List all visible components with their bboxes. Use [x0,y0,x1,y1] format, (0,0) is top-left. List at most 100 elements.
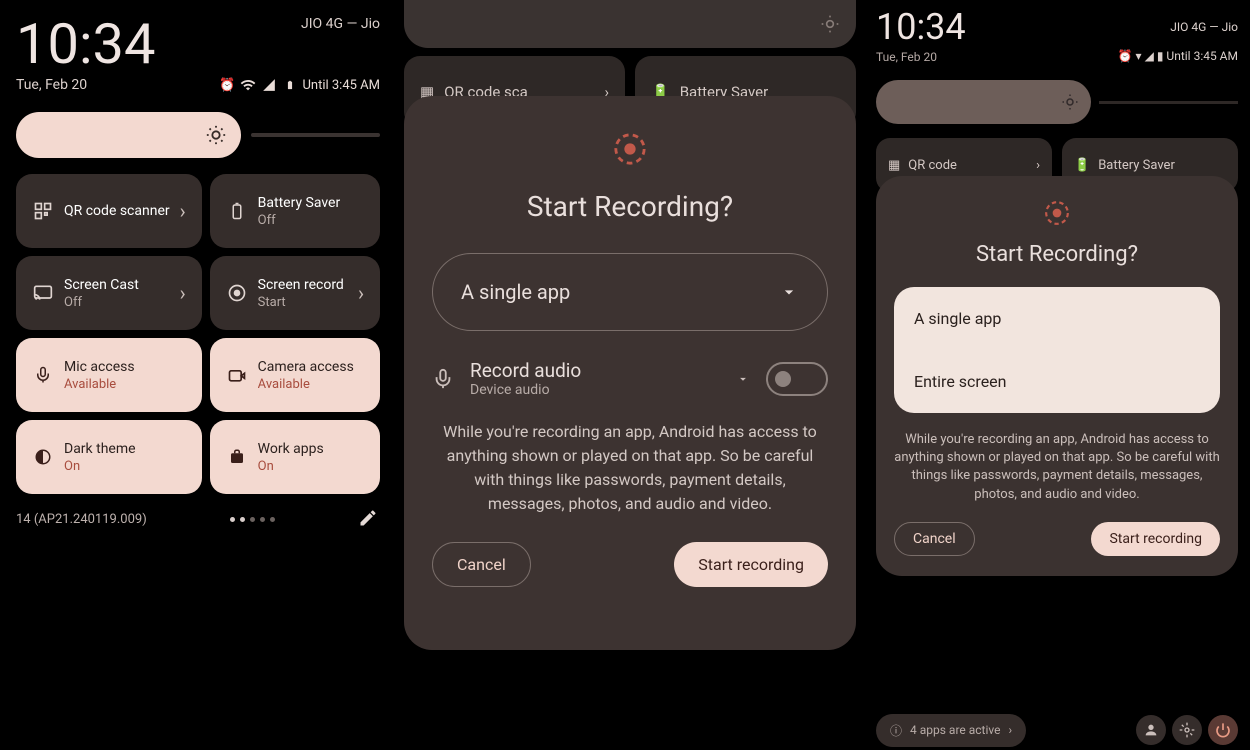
dark-icon [32,446,54,468]
tile-status: Available [258,377,354,392]
wifi-icon [239,76,257,94]
chevron-right-icon: › [1008,723,1012,737]
tile-camera[interactable]: Camera access Available [210,338,380,412]
settings-button[interactable] [1172,715,1202,745]
audio-toggle[interactable] [766,362,828,396]
start-recording-button[interactable]: Start recording [674,542,828,587]
tile-status: Available [64,377,135,392]
tile-status: Off [258,213,341,228]
record-icon [226,282,248,304]
dropdown-caret-icon[interactable] [736,372,750,386]
mic-icon [432,368,454,390]
chevron-right-icon: › [180,281,186,305]
option-entire-screen[interactable]: Entire screen [894,350,1220,413]
record-icon [613,132,647,166]
scope-options: A single app Entire screen [894,287,1220,413]
brightness-icon [205,124,227,146]
cancel-button[interactable]: Cancel [432,542,531,587]
option-single-app[interactable]: A single app [894,287,1220,350]
alarm-icon: ⏰ [1118,49,1133,63]
tile-label: Screen Cast [64,276,139,294]
wifi-icon: ▾ [1136,49,1142,63]
record-audio-row[interactable]: Record audio Device audio [432,359,828,398]
status-icons: ⏰ ▾ ◢ ▮ Until 3:45 AM [1118,49,1238,63]
footer-bar: ⓘ 4 apps are active › [876,710,1238,750]
status-bar: 10:34 JIO 4G — Jio [876,0,1238,48]
qr-icon [32,200,54,222]
tile-record[interactable]: Screen record Start › [210,256,380,330]
recording-modal-panel: ▦ QR code sca › 🔋 Battery Saver Start Re… [396,0,864,750]
signal-icon [260,76,278,94]
carrier-label: JIO 4G — Jio [301,16,380,32]
carrier-label: JIO 4G — Jio [1170,20,1238,34]
tile-status: On [258,459,324,474]
alarm-icon: ⏰ [218,76,236,94]
warning-text: While you're recording an app, Android h… [894,431,1220,504]
date-label: Tue, Feb 20 [876,50,937,64]
build-label: 14 (AP21.240119.009) [16,512,147,527]
tile-label: Work apps [258,440,324,458]
work-icon [226,446,248,468]
active-apps-label: 4 apps are active [910,723,1000,737]
battery-icon: ▮ [1157,49,1164,63]
edit-icon[interactable] [358,508,380,530]
tile-label: Screen record [258,276,344,294]
info-icon: ⓘ [890,722,902,739]
tile-status: On [64,459,136,474]
cancel-button[interactable]: Cancel [894,522,975,556]
chevron-right-icon: › [358,281,364,305]
tile-mic[interactable]: Mic access Available [16,338,202,412]
tile-dark[interactable]: Dark theme On [16,420,202,494]
tile-cast[interactable]: Screen Cast Off › [16,256,202,330]
status-bar: 10:34 JIO 4G — Jio [16,16,380,72]
start-recording-modal: Start Recording? A single app Record aud… [404,96,856,650]
tile-battery[interactable]: Battery Saver Off [210,174,380,248]
record-icon [1044,200,1070,226]
chevron-down-icon [779,282,799,302]
brightness-slider[interactable] [16,112,380,158]
tile-label: Camera access [258,358,354,376]
tile-label: Dark theme [64,440,136,458]
brightness-icon [820,14,840,34]
tile-status: Start [258,295,344,310]
tile-status: Off [64,295,139,310]
dropdown-label: A single app [461,280,570,304]
recording-options-panel: 10:34 JIO 4G — Jio Tue, Feb 20 ⏰ ▾ ◢ ▮ U… [864,0,1250,750]
brightness-slider-bg [404,0,856,48]
until-label: Until 3:45 AM [302,78,380,93]
start-recording-modal: Start Recording? A single app Entire scr… [876,176,1238,576]
modal-title: Start Recording? [894,242,1220,267]
scope-dropdown[interactable]: A single app [432,253,828,331]
signal-icon: ◢ [1145,49,1154,63]
date-label: Tue, Feb 20 [16,77,87,93]
user-button[interactable] [1136,715,1166,745]
battery-icon [226,200,248,222]
tile-qr[interactable]: QR code scanner › [16,174,202,248]
audio-subtitle: Device audio [470,382,720,398]
audio-title: Record audio [470,359,720,382]
camera-icon [226,364,248,386]
active-apps-pill[interactable]: ⓘ 4 apps are active › [876,714,1026,747]
status-icons: ⏰ Until 3:45 AM [218,76,380,94]
tile-label: QR code scanner [64,202,170,220]
cast-icon [32,282,54,304]
brightness-icon [1061,93,1079,111]
chevron-right-icon: › [180,199,186,223]
brightness-slider[interactable] [876,80,1238,124]
until-label: Until 3:45 AM [1166,49,1238,63]
modal-title: Start Recording? [527,190,733,223]
power-button[interactable] [1208,715,1238,745]
clock: 10:34 [876,6,966,48]
tile-label: Battery Saver [258,194,341,212]
clock: 10:34 [16,16,155,72]
mic-icon [32,364,54,386]
tile-work[interactable]: Work apps On [210,420,380,494]
warning-text: While you're recording an app, Android h… [432,420,828,516]
battery-icon [281,76,299,94]
qs-footer: 14 (AP21.240119.009) [16,508,380,530]
page-dots [230,517,275,522]
start-recording-button[interactable]: Start recording [1091,522,1220,556]
date-row: Tue, Feb 20 ⏰ Until 3:45 AM [16,76,380,94]
tile-label: Mic access [64,358,135,376]
quick-settings-panel: 10:34 JIO 4G — Jio Tue, Feb 20 ⏰ Until 3… [0,0,396,750]
